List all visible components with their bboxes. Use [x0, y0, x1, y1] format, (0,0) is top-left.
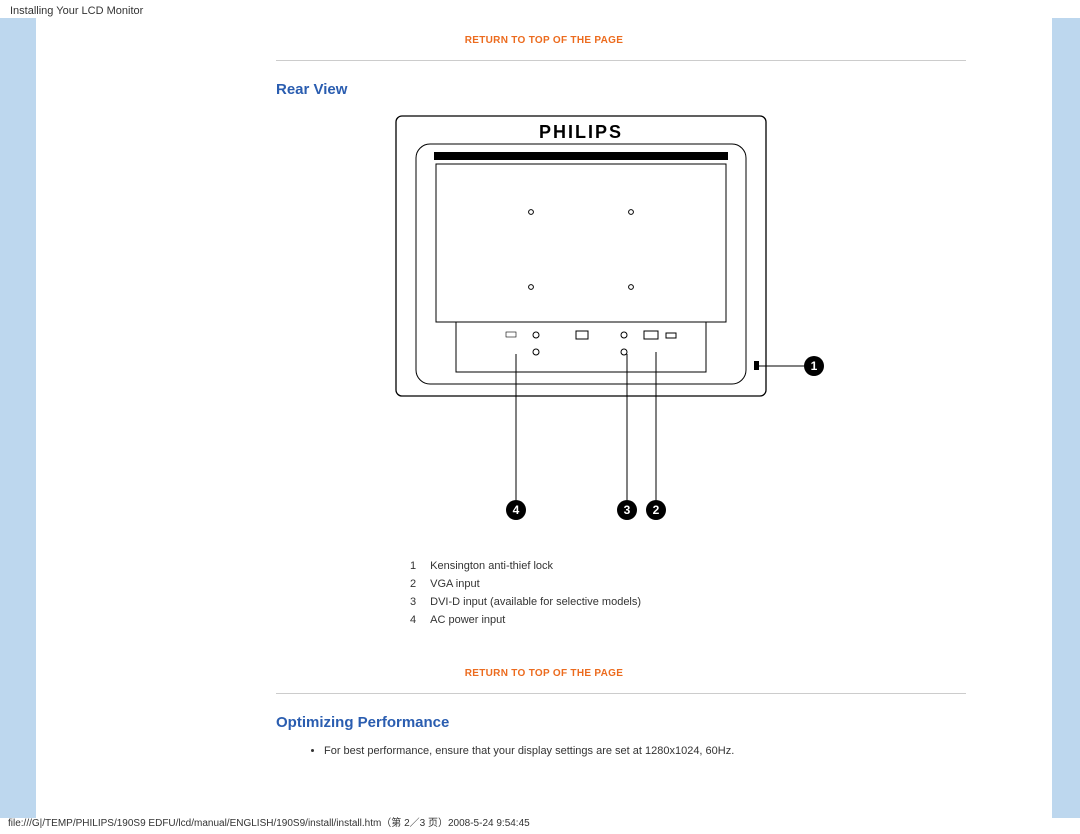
optimizing-heading: Optimizing Performance: [276, 714, 1052, 731]
brand-label: PHILIPS: [539, 122, 623, 142]
legend-row: 1 Kensington anti-thief lock: [406, 557, 651, 575]
content-area: RETURN TO TOP OF THE PAGE Rear View PHIL…: [36, 18, 1052, 818]
callout-2: 2: [653, 503, 660, 517]
legend-row: 4 AC power input: [406, 611, 651, 629]
legend-row: 3 DVI-D input (available for selective m…: [406, 593, 651, 611]
legend-num: 2: [406, 575, 426, 593]
left-margin-bar: [0, 18, 36, 818]
legend-desc: VGA input: [426, 575, 651, 593]
return-to-top-link-1[interactable]: RETURN TO TOP OF THE PAGE: [465, 35, 623, 46]
separator-1: [276, 60, 966, 61]
callout-4: 4: [513, 503, 520, 517]
callout-1: 1: [811, 359, 818, 373]
legend-num: 3: [406, 593, 426, 611]
footer-file-path: file:///G|/TEMP/PHILIPS/190S9 EDFU/lcd/m…: [8, 814, 1072, 829]
legend-desc: Kensington anti-thief lock: [426, 557, 651, 575]
legend-desc: AC power input: [426, 611, 651, 629]
performance-item: For best performance, ensure that your d…: [324, 745, 1052, 757]
rear-view-diagram: PHILIPS: [366, 112, 846, 535]
legend-num: 1: [406, 557, 426, 575]
callout-3: 3: [624, 503, 631, 517]
performance-list: For best performance, ensure that your d…: [306, 745, 1052, 757]
legend-row: 2 VGA input: [406, 575, 651, 593]
legend-table: 1 Kensington anti-thief lock 2 VGA input…: [406, 557, 651, 629]
return-to-top-link-2[interactable]: RETURN TO TOP OF THE PAGE: [465, 668, 623, 679]
legend-num: 4: [406, 611, 426, 629]
page-header-title: Installing Your LCD Monitor: [10, 5, 143, 17]
separator-2: [276, 693, 966, 694]
legend-desc: DVI-D input (available for selective mod…: [426, 593, 651, 611]
rear-view-heading: Rear View: [276, 81, 1052, 98]
right-margin-bar: [1052, 18, 1080, 818]
